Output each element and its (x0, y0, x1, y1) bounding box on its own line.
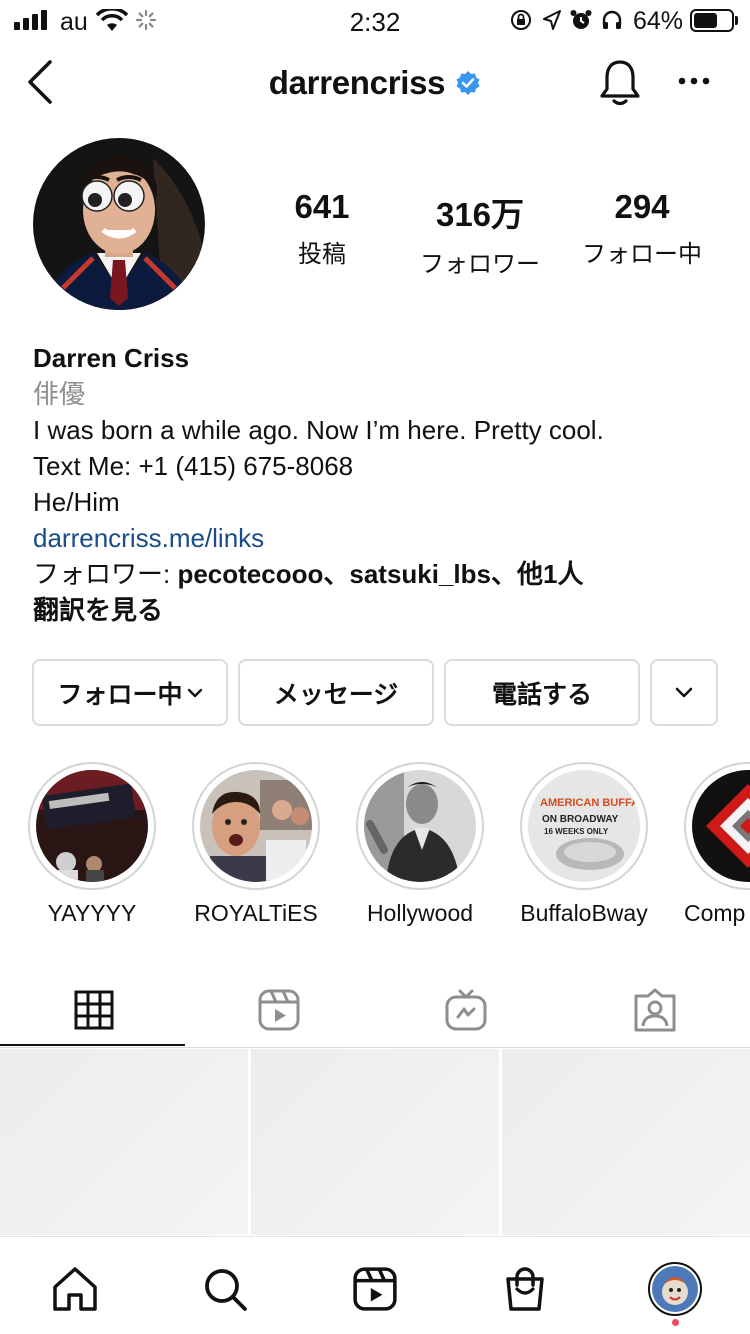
profile-header: darrencriss (0, 52, 750, 118)
tab-reels[interactable] (185, 972, 372, 1048)
battery-icon (690, 9, 738, 32)
nav-profile[interactable] (647, 1261, 703, 1317)
active-tab-indicator (0, 1044, 185, 1046)
headphones-icon (602, 10, 622, 29)
chevron-down-icon (187, 688, 202, 697)
shopping-bag-icon (506, 1267, 544, 1311)
tagged-person-icon (634, 988, 675, 1032)
story-highlight[interactable]: AMERICAN BUFFALO ON BROADWAY 16 WEEKS ON… (520, 762, 648, 926)
stat-label: フォロワー (420, 251, 540, 278)
highlight-ring (356, 762, 484, 890)
highlight-ring: AMERICAN BUFFALO ON BROADWAY 16 WEEKS ON… (520, 762, 648, 890)
display-name: Darren Criss (33, 343, 190, 373)
post-thumbnail[interactable] (502, 1049, 750, 1235)
post-thumbnail[interactable] (0, 1049, 248, 1235)
location-arrow-icon (543, 10, 561, 30)
post-thumbnail[interactable] (251, 1049, 499, 1235)
following-button[interactable]: フォロー中 (32, 659, 228, 726)
tab-tagged[interactable] (561, 972, 748, 1048)
mutual-followers-names: pecotecooo、satsuki_lbs、他1人 (177, 559, 584, 589)
highlight-label: BuffaloBway (520, 900, 648, 926)
tab-posts-grid[interactable] (0, 972, 187, 1048)
orientation-lock-icon (511, 10, 531, 30)
username-text: darrencriss (268, 64, 446, 101)
buffalo-poster-weeks: 16 WEEKS ONLY (544, 827, 609, 836)
highlight-ring (684, 762, 750, 890)
highlight-cover (200, 770, 312, 882)
notification-dot (672, 1319, 679, 1326)
highlight-label: Hollywood (366, 900, 474, 926)
tab-igtv[interactable] (372, 972, 559, 1048)
mutual-followers[interactable]: フォロワー: pecotecooo、satsuki_lbs、他1人 (33, 556, 723, 592)
suggested-accounts-button[interactable] (650, 659, 718, 726)
nav-home[interactable] (47, 1261, 103, 1317)
profile-category: 俳優 (33, 379, 86, 409)
bio-line: I was born a while ago. Now I’m here. Pr… (33, 415, 604, 445)
highlight-cover (692, 770, 750, 882)
stat-number: 294 (614, 188, 670, 225)
highlight-label: YAYYYY (47, 900, 137, 926)
bio-phone-line: Text Me: +1 (415) 675-8068 (33, 451, 354, 481)
story-highlight[interactable]: Hollywood (356, 762, 484, 926)
search-icon (205, 1269, 247, 1311)
home-icon (53, 1267, 97, 1311)
stat-label: フォロー中 (582, 241, 702, 268)
story-highlight[interactable]: YAYYYY (28, 762, 156, 926)
highlight-label: ROYALTiES (194, 900, 318, 926)
call-button[interactable]: 電話する (444, 659, 640, 726)
profile-avatar[interactable] (33, 138, 205, 310)
reels-icon (353, 1267, 397, 1311)
see-translation-text: 翻訳を見る (33, 595, 164, 625)
profile-tabs (0, 972, 750, 1048)
posts-count: 641 投稿 (262, 188, 382, 269)
buffalo-poster-subtitle: ON BROADWAY (542, 814, 619, 825)
followers-count[interactable]: 316万 フォロワー (405, 188, 555, 279)
nav-search[interactable] (197, 1261, 253, 1317)
reels-icon (258, 989, 299, 1031)
stat-label: 投稿 (298, 241, 346, 268)
bio-website-link[interactable]: darrencriss.me/links (33, 520, 723, 556)
profile-bio: Darren Criss 俳優 I was born a while ago. … (33, 340, 723, 628)
highlight-cover (36, 770, 148, 882)
call-button-label: 電話する (491, 680, 592, 709)
following-button-label: フォロー中 (57, 680, 183, 709)
nav-shop[interactable] (497, 1261, 553, 1317)
stat-number: 316万 (435, 196, 525, 233)
bio-pronouns: He/Him (33, 487, 120, 517)
chevron-down-icon (675, 687, 693, 698)
message-button-label: メッセージ (273, 680, 399, 709)
highlight-cover: AMERICAN BUFFALO ON BROADWAY 16 WEEKS ON… (528, 770, 640, 882)
highlight-label: Comp (684, 900, 746, 926)
mutual-followers-prefix: フォロワー: (33, 559, 178, 589)
highlight-ring (192, 762, 320, 890)
bottom-navigation (0, 1236, 750, 1334)
notification-bell-icon[interactable] (598, 58, 642, 108)
status-bar: au 2:32 64% (0, 0, 750, 44)
more-options-icon[interactable] (677, 76, 711, 86)
story-highlight[interactable]: ROYALTiES (192, 762, 320, 926)
story-highlight[interactable]: Comp (684, 762, 750, 942)
message-button[interactable]: メッセージ (238, 659, 434, 726)
nav-reels[interactable] (347, 1261, 403, 1317)
buffalo-poster-title: AMERICAN BUFFALO (540, 797, 640, 809)
highlight-cover (364, 770, 476, 882)
verified-badge-icon (456, 71, 480, 95)
following-count[interactable]: 294 フォロー中 (570, 188, 714, 269)
profile-avatar-small (648, 1262, 702, 1316)
stat-number: 641 (294, 188, 350, 225)
igtv-icon (445, 989, 486, 1031)
grid-icon (74, 990, 113, 1030)
battery-percent: 64% (633, 7, 684, 35)
alarm-clock-icon (570, 10, 592, 29)
highlight-ring (28, 762, 156, 890)
see-translation-link[interactable]: 翻訳を見る (33, 592, 723, 628)
